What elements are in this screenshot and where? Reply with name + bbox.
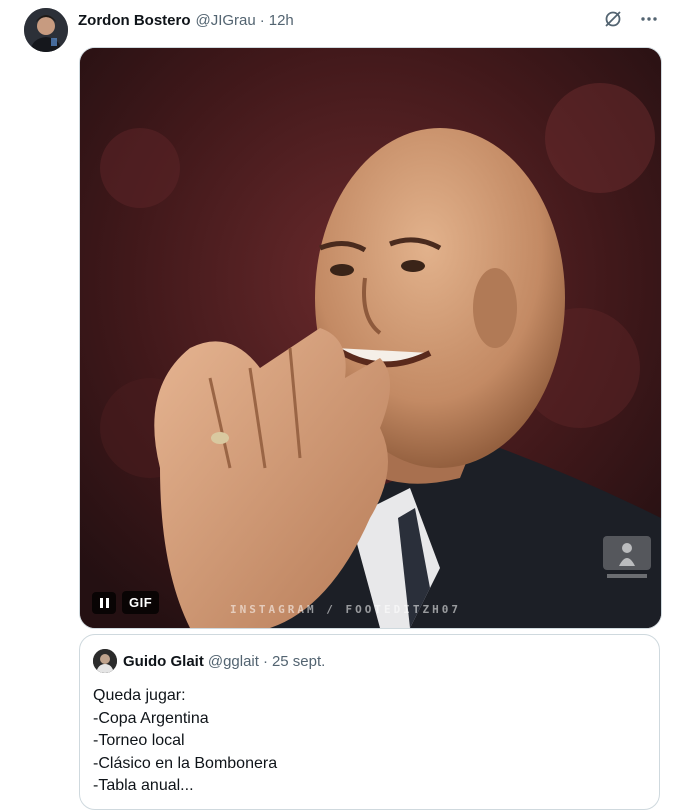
author-avatar[interactable]	[24, 8, 68, 52]
gif-watermark: INSTAGRAM / FOOTEDITZH07	[230, 603, 461, 616]
gif-badge: GIF	[122, 591, 160, 614]
quoted-line: -Torneo local	[93, 732, 185, 749]
grok-icon[interactable]	[602, 8, 624, 30]
quoted-line: -Tabla anual...	[93, 777, 194, 794]
quoted-tweet-text: Queda jugar: -Copa Argentina -Torneo loc…	[93, 685, 277, 798]
author-handle[interactable]: @JIGrau	[196, 12, 256, 29]
quoted-line: Queda jugar:	[93, 687, 186, 704]
quoted-line: -Clásico en la Bombonera	[93, 754, 278, 772]
quoted-tweet-header: Guido Glait @gglait · 25 sept.	[93, 649, 325, 673]
separator-dot: ·	[262, 652, 268, 670]
author-name[interactable]: Zordon Bostero	[78, 12, 191, 29]
gif-frame-image	[80, 48, 661, 628]
gif-controls: GIF	[92, 591, 160, 614]
tweet-time[interactable]: 12h	[269, 12, 294, 29]
quoted-tweet[interactable]: Guido Glait @gglait · 25 sept. Queda jug…	[79, 634, 660, 810]
tweet[interactable]: Zordon Bostero @JIGrau · 12h INSTAGRAM /…	[0, 0, 678, 811]
quoted-author-name: Guido Glait	[123, 652, 204, 670]
quoted-author-handle: @gglait	[207, 652, 259, 670]
quoted-tweet-date: 25 sept.	[271, 652, 326, 670]
gif-media[interactable]: INSTAGRAM / FOOTEDITZH07 GIF	[79, 47, 662, 629]
quoted-author-avatar	[93, 649, 117, 673]
bundesliga-logo	[599, 532, 655, 584]
separator-dot: ·	[259, 11, 265, 29]
quoted-line: -Copa Argentina	[93, 709, 209, 727]
pause-icon[interactable]	[92, 591, 116, 614]
tweet-top-actions	[602, 8, 660, 30]
tweet-header: Zordon Bostero @JIGrau · 12h	[78, 8, 294, 32]
more-icon[interactable]	[638, 8, 660, 30]
